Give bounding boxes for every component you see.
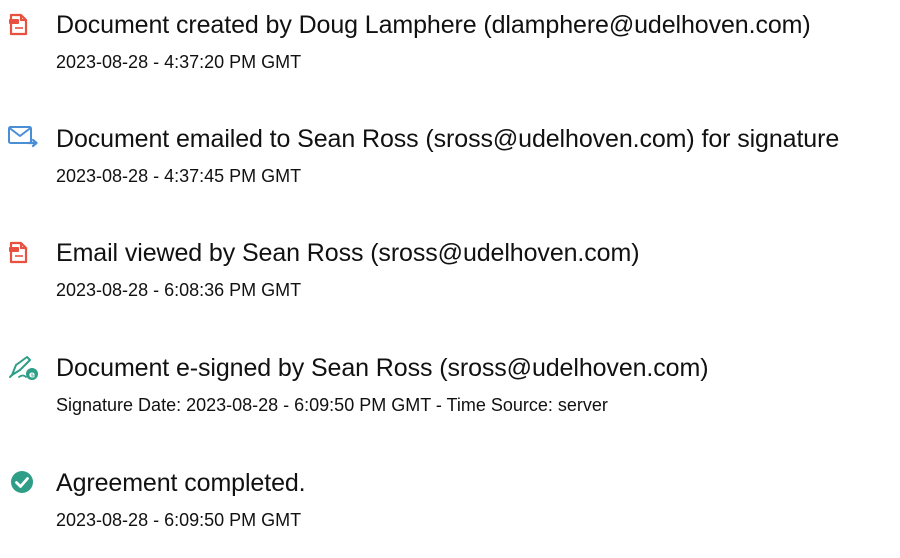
event-timestamp: 2023-08-28 - 6:08:36 PM GMT (56, 280, 302, 300)
event-agreement-completed: Agreement completed. 2023-08-28 - 6:09:5… (0, 468, 900, 558)
document-viewed-icon (7, 238, 41, 268)
event-title: Agreement completed. (56, 469, 306, 497)
esign-pen-icon: e (7, 353, 41, 383)
event-document-esigned: e Document e-signed by Sean Ross (sross@… (0, 353, 900, 443)
event-document-emailed: Document emailed to Sean Ross (sross@ude… (0, 124, 900, 214)
event-document-created: Document created by Doug Lamphere (dlamp… (0, 10, 900, 100)
svg-text:e: e (29, 371, 35, 381)
event-timestamp: 2023-08-28 - 4:37:20 PM GMT (56, 52, 302, 72)
event-title: Document created by Doug Lamphere (dlamp… (56, 11, 811, 39)
event-timestamp: 2023-08-28 - 4:37:45 PM GMT (56, 166, 302, 186)
event-title: Document emailed to Sean Ross (sross@ude… (56, 125, 840, 153)
document-created-icon (7, 10, 41, 40)
event-email-viewed: Email viewed by Sean Ross (sross@udelhov… (0, 238, 900, 328)
check-circle-icon (7, 468, 41, 498)
event-signature-details: Signature Date: 2023-08-28 - 6:09:50 PM … (56, 395, 608, 415)
event-timestamp: 2023-08-28 - 6:09:50 PM GMT (56, 510, 302, 530)
event-title: Email viewed by Sean Ross (sross@udelhov… (56, 239, 640, 267)
event-title: Document e-signed by Sean Ross (sross@ud… (56, 354, 709, 382)
email-sent-icon (7, 124, 41, 154)
